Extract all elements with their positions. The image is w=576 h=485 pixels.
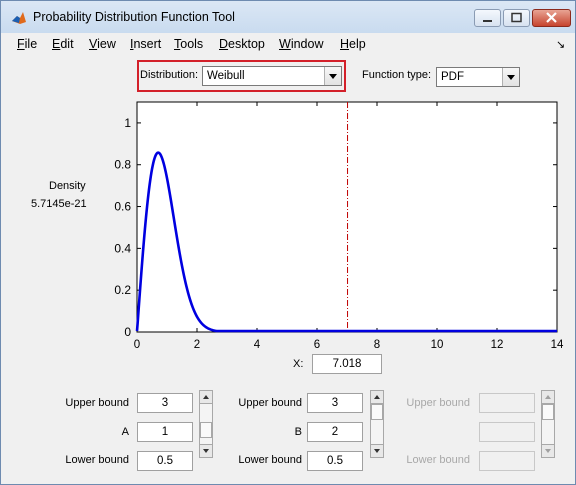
x-tick-label: 8 bbox=[374, 339, 380, 351]
param-slider bbox=[541, 390, 555, 458]
x-tick-label: 2 bbox=[194, 339, 200, 351]
y-tick-label: 0.8 bbox=[114, 158, 131, 172]
y-tick-label: 0 bbox=[124, 325, 131, 339]
lower-bound-label: Lower bound bbox=[65, 454, 129, 466]
lower-bound-field[interactable]: 0.5 bbox=[137, 451, 193, 471]
lower-bound-label: Lower bound bbox=[238, 454, 302, 466]
plot-frame bbox=[136, 101, 558, 333]
chevron-down-icon bbox=[542, 444, 554, 457]
y-tick-label: 0.6 bbox=[114, 200, 131, 214]
param-name-label: B bbox=[294, 426, 302, 438]
slider-thumb[interactable] bbox=[371, 404, 383, 420]
lower-bound-label: Lower bound bbox=[406, 454, 470, 466]
x-tick-label: 6 bbox=[314, 339, 320, 351]
chevron-up-icon[interactable] bbox=[371, 391, 383, 404]
chevron-down-icon[interactable] bbox=[200, 444, 212, 457]
chevron-up-icon[interactable] bbox=[200, 391, 212, 404]
chevron-up-icon bbox=[542, 391, 554, 404]
slider-thumb[interactable] bbox=[200, 422, 212, 438]
y-tick-label: 0.4 bbox=[114, 241, 131, 255]
param-name-label: A bbox=[121, 426, 129, 438]
upper-bound-field bbox=[479, 393, 535, 413]
lower-bound-field bbox=[479, 451, 535, 471]
x-tick-label: 4 bbox=[254, 339, 261, 351]
pdf-chart[interactable]: 0 2 4 6 8 10 12 14 0 0.2 0.4 0.6 0.8 1 bbox=[1, 1, 576, 361]
upper-bound-field[interactable]: 3 bbox=[137, 393, 193, 413]
upper-bound-label: Upper bound bbox=[238, 397, 302, 409]
param-value-field[interactable]: 1 bbox=[137, 422, 193, 442]
y-tick-label: 0.2 bbox=[114, 283, 131, 297]
x-tick-label: 12 bbox=[491, 339, 504, 351]
x-value-field[interactable]: 7.018 bbox=[312, 354, 382, 374]
x-tick-label: 14 bbox=[551, 339, 564, 351]
upper-bound-label: Upper bound bbox=[406, 397, 470, 409]
x-tick-label: 10 bbox=[431, 339, 444, 351]
lower-bound-field[interactable]: 0.5 bbox=[307, 451, 363, 471]
upper-bound-field[interactable]: 3 bbox=[307, 393, 363, 413]
x-label: X: bbox=[293, 358, 304, 370]
upper-bound-label: Upper bound bbox=[65, 397, 129, 409]
param-value-field[interactable]: 2 bbox=[307, 422, 363, 442]
chevron-down-icon[interactable] bbox=[371, 444, 383, 457]
param-slider[interactable] bbox=[199, 390, 213, 458]
x-tick-label: 0 bbox=[134, 339, 140, 351]
y-tick-label: 1 bbox=[124, 116, 131, 130]
param-slider[interactable] bbox=[370, 390, 384, 458]
app-window: Probability Distribution Function Tool F… bbox=[0, 0, 576, 485]
slider-thumb bbox=[542, 404, 554, 420]
param-value-field bbox=[479, 422, 535, 442]
